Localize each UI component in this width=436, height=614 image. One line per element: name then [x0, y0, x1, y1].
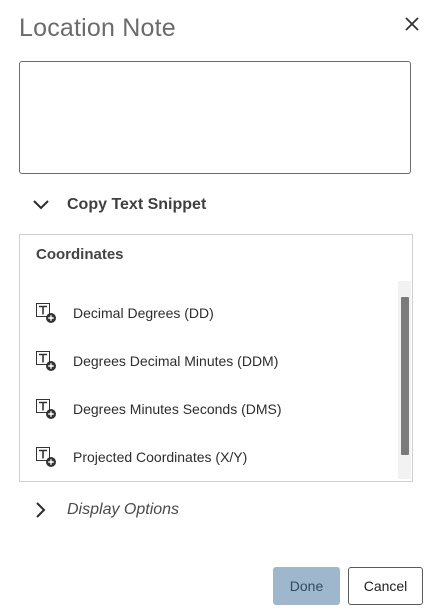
list-item-label: Degrees Minutes Seconds (DMS) — [73, 401, 282, 417]
display-options-toggle[interactable]: Display Options — [30, 499, 179, 521]
text-add-icon — [36, 351, 56, 371]
scrollbar-thumb[interactable] — [401, 297, 409, 455]
text-add-icon — [36, 399, 56, 419]
list-item-dd[interactable]: Decimal Degrees (DD) — [20, 289, 400, 337]
close-icon — [405, 17, 419, 31]
list-item-label: Decimal Degrees (DD) — [73, 305, 214, 321]
text-add-icon — [36, 303, 56, 323]
dialog-title: Location Note — [19, 14, 176, 42]
done-button[interactable]: Done — [273, 567, 340, 605]
chevron-down-icon — [30, 194, 52, 216]
list-item-label: Projected Coordinates (X/Y) — [73, 449, 248, 465]
copy-text-snippet-toggle[interactable]: Copy Text Snippet — [30, 194, 206, 216]
copy-text-snippet-label: Copy Text Snippet — [67, 196, 207, 213]
list-item-xy[interactable]: Projected Coordinates (X/Y) — [20, 433, 400, 481]
coordinates-panel: Coordinates Decimal Degrees (DD) Degrees… — [19, 234, 413, 482]
close-button[interactable] — [400, 12, 424, 36]
list-item-ddm[interactable]: Degrees Decimal Minutes (DDM) — [20, 337, 400, 385]
coordinates-heading: Coordinates — [36, 246, 124, 263]
list-item-dms[interactable]: Degrees Minutes Seconds (DMS) — [20, 385, 400, 433]
list-item-label: Degrees Decimal Minutes (DDM) — [73, 353, 279, 369]
scrollbar[interactable] — [398, 281, 411, 479]
chevron-right-icon — [30, 499, 52, 521]
text-add-icon — [36, 447, 56, 467]
coordinates-list: Decimal Degrees (DD) Degrees Decimal Min… — [20, 289, 400, 481]
display-options-label: Display Options — [67, 501, 180, 518]
note-textarea[interactable] — [19, 61, 411, 174]
cancel-button[interactable]: Cancel — [348, 567, 423, 605]
